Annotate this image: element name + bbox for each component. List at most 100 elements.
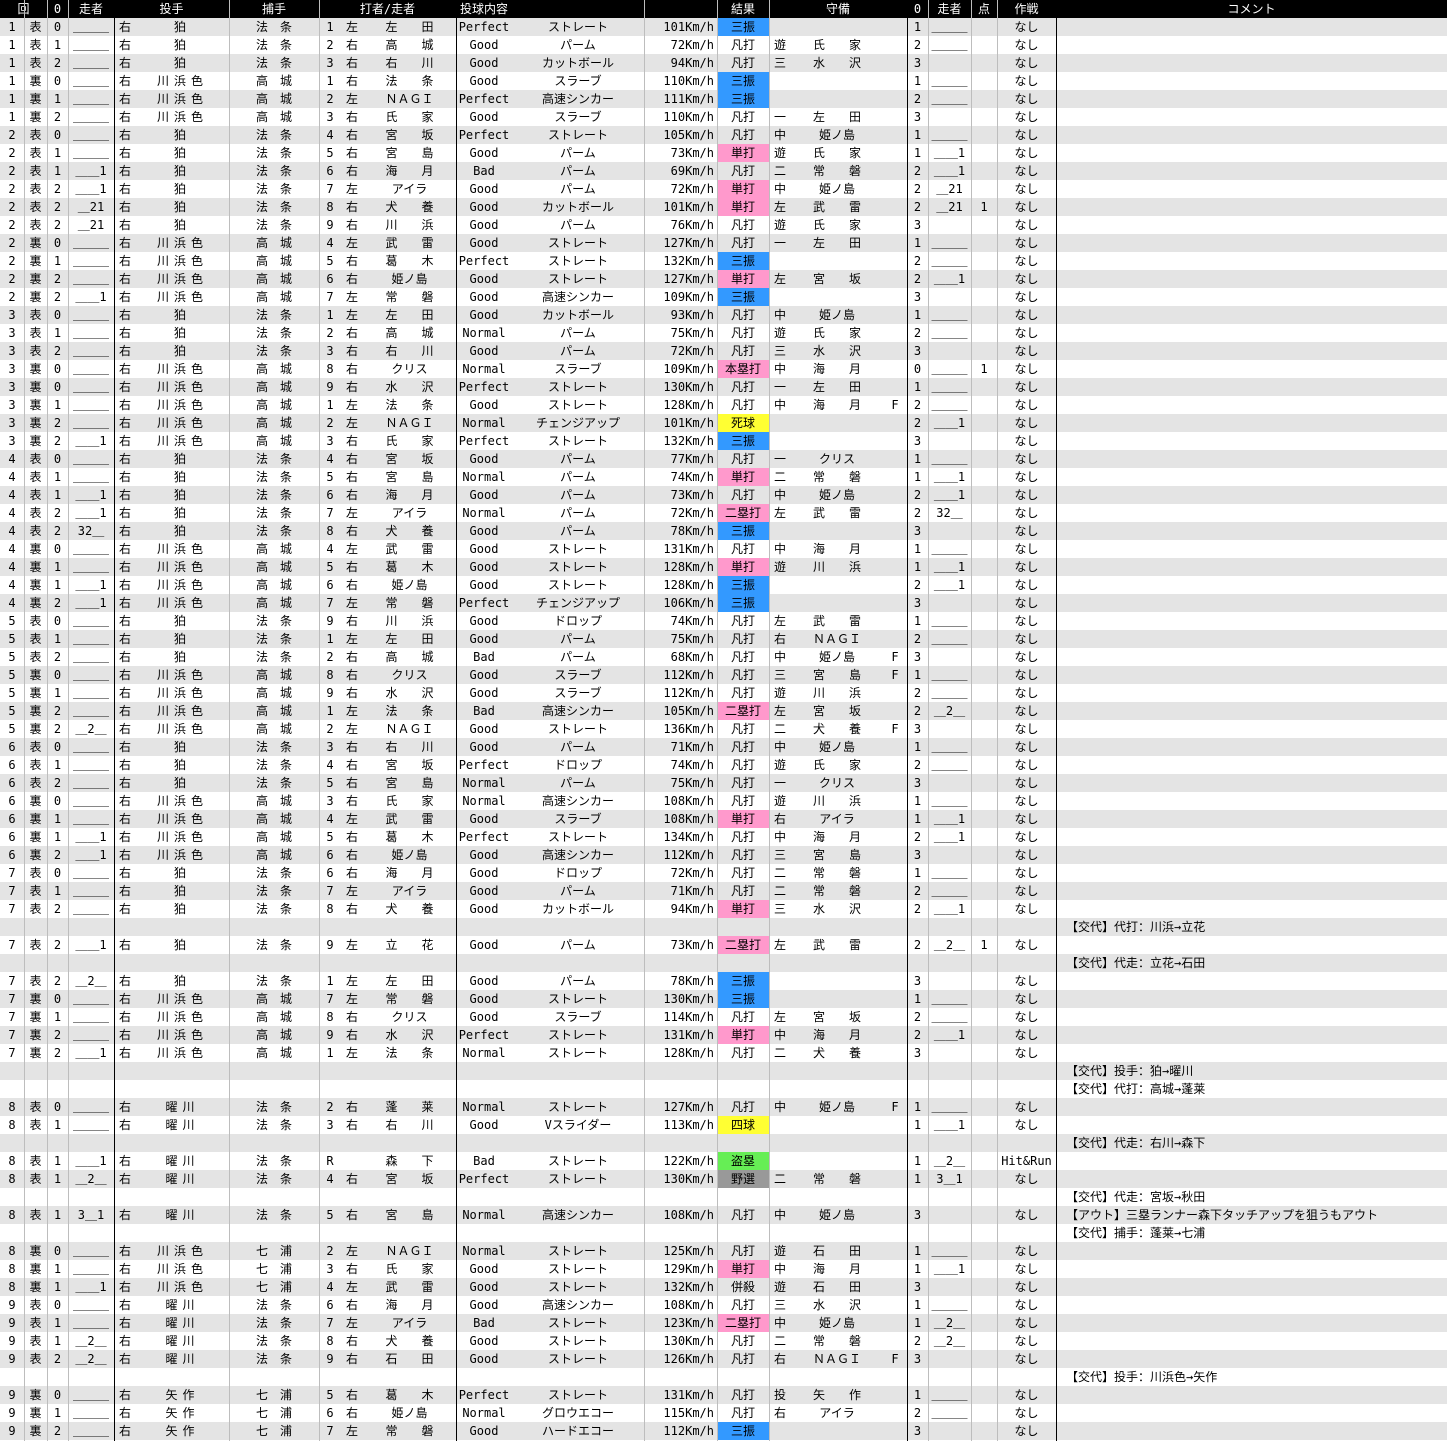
col-pitch-header[interactable]: 投球内容 xyxy=(456,0,512,18)
col-comment-header[interactable]: コメント xyxy=(1056,0,1447,18)
table-row[interactable]: 【交代】投手：狛→曜川 xyxy=(0,1062,1447,1080)
col-runs-header[interactable]: 点 xyxy=(971,0,997,18)
bat-hand-cell: 右 xyxy=(345,614,358,628)
table-row[interactable]: 3 裏 2 ＿＿1 右川浜色高 城3右氏 家 Perfect ストレート 132Km/h 三振 3… xyxy=(0,432,1447,450)
table-row[interactable]: 6 表 2 ＿＿＿ 右狛法 条5右宮 島 Normal パーム 75Km/h 凡打一クリス 3 なし xyxy=(0,774,1447,792)
table-row[interactable]: 4 表 1 ＿＿1 右狛法 条6右海 月 Good パーム 73Km/h 凡打中姫ノ島 2 ＿＿1 な… xyxy=(0,486,1447,504)
table-row[interactable]: 2 裏 2 ＿＿1 右川浜色高 城7左常 磐 Good 高速シンカー 109Km/h 三振 3 なし xyxy=(0,288,1447,306)
table-row[interactable]: 5 裏 2 ＿＿＿ 右川浜色高 城1左法 条 Bad 高速シンカー 105Km/h 二塁打左宮 … xyxy=(0,702,1447,720)
table-row[interactable]: 7 裏 2 ＿＿1 右川浜色高 城1左法 条 Normal ストレート 128Km/h 凡打二犬… xyxy=(0,1044,1447,1062)
table-row[interactable]: 2 裏 0 ＿＿＿ 右川浜色高 城4左武 雷 Good ストレート 127Km/h 凡打一左 田… xyxy=(0,234,1447,252)
table-row[interactable]: 8 裏 0 ＿＿＿ 右川浜色七 浦 2 左 ＮＡＧＩ Normal ストレート 125Km/h 凡打遊… xyxy=(0,1242,1447,1260)
table-row[interactable]: 3 表 1 ＿＿＿ 右狛法 条2右高 城 Normal パーム 75Km/h 凡打遊氏 家 2 ＿＿… xyxy=(0,324,1447,342)
table-row[interactable]: 6 裏 2 ＿＿1 右川浜色高 城 6 右姫ノ島 Good 高速シンカー 112Km/h 凡打三宮 … xyxy=(0,846,1447,864)
table-row[interactable]: 7 表 2 ＿2＿ 右狛法 条1左左 田 Good パーム 78Km/h 三振 3 なし xyxy=(0,972,1447,990)
table-row[interactable]: 9 表 1 ＿＿＿ 右曜川法 条 7 左アイラ Bad ストレート 123Km/h 二塁打中姫ノ島 1… xyxy=(0,1314,1447,1332)
table-row[interactable]: 5 裏 0 ＿＿＿ 右川浜色高 城 8 右クリス Good スラーブ 112Km/h 凡打三宮 島F… xyxy=(0,666,1447,684)
table-row[interactable]: 7 裏 2 ＿＿＿ 右川浜色高 城9右水 沢 Perfect ストレート 131Km/h 単打中… xyxy=(0,1026,1447,1044)
table-row[interactable]: 1 表 2 ＿＿＿ 右狛法 条3右右 川 Good カットボール 94Km/h 凡打三水 沢3な… xyxy=(0,54,1447,72)
table-row[interactable]: 8 表 1 ＿2＿ 右曜川法 条4右宮 坂 Perfect ストレート 130Km/h 野選二常… xyxy=(0,1170,1447,1188)
table-row[interactable]: 1 裏 0 ＿＿＿ 右川浜色高 城1右法 条 Good スラーブ 110Km/h 三振 1 ＿＿＿ な… xyxy=(0,72,1447,90)
fielder-pos-cell: 遊 xyxy=(773,686,786,700)
table-row[interactable]: 1 裏 2 ＿＿＿ 右川浜色高 城3右氏 家 Good スラーブ 110Km/h 凡打一左 田3… xyxy=(0,108,1447,126)
table-row[interactable]: 9 表 1 ＿2＿ 右曜川法 条8右犬 養 Good ストレート 130Km/h 凡打二常 磐2… xyxy=(0,1332,1447,1350)
table-row[interactable]: 【交代】代走：立花→石田 xyxy=(0,954,1447,972)
table-row[interactable]: 8 表 1 3＿1 右曜川法 条5右宮 島 Normal 高速シンカー 108Km/h 凡打中姫… xyxy=(0,1206,1447,1224)
col-outs-after-header[interactable]: 0 xyxy=(907,0,928,18)
table-row[interactable]: 6 裏 0 ＿＿＿ 右川浜色高 城3右氏 家 Normal 高速シンカー 108Km/h 凡打遊… xyxy=(0,792,1447,810)
table-row[interactable]: 4 表 2 ＿＿1 右狛法 条 7 左アイラ Normal パーム 72Km/h 二塁打左武 雷23… xyxy=(0,504,1447,522)
table-row[interactable]: 8 表 1 ＿＿＿ 右曜川法 条3右右 川 Good Vスライダー 113Km/h 四球 1 ＿＿1… xyxy=(0,1116,1447,1134)
table-row[interactable]: 5 表 0 ＿＿＿ 右狛法 条9右川 浜 Good ドロップ 74Km/h 凡打左武 雷 1 ＿＿＿… xyxy=(0,612,1447,630)
table-row[interactable]: 8 表 1 ＿＿1 右曜川法 条R森 下 Bad ストレート 122Km/h 盗塁 1 ＿2＿ Hit… xyxy=(0,1152,1447,1170)
table-row[interactable]: 3 裏 0 ＿＿＿ 右川浜色高 城9右水 沢 Perfect ストレート 130Km/h 凡打一… xyxy=(0,378,1447,396)
table-row[interactable]: 【交代】代打：高城→蓬莱 xyxy=(0,1080,1447,1098)
table-row[interactable]: 4 裏 2 ＿＿1 右川浜色高 城7左常 磐 Perfect チェンジアップ 106Km/h 三… xyxy=(0,594,1447,612)
table-row[interactable]: 2 表 1 ＿＿＿ 右狛法 条5右宮 島 Good パーム 73Km/h 単打遊氏 家 1 ＿＿1 な… xyxy=(0,144,1447,162)
col-catcher-header[interactable]: 捕手 xyxy=(229,0,319,18)
table-row[interactable]: 2 裏 1 ＿＿＿ 右川浜色高 城5右葛 木 Perfect ストレート 132Km/h 三振 2… xyxy=(0,252,1447,270)
table-row[interactable]: 1 裏 1 ＿＿＿ 右川浜色高 城 2 左 ＮＡＧＩ Perfect 高速シンカー 111Km/h 三… xyxy=(0,90,1447,108)
table-row[interactable]: 3 裏 1 ＿＿＿ 右川浜色高 城1左法 条 Good ストレート 128Km/h 凡打中海 月… xyxy=(0,396,1447,414)
col-runners-after-header[interactable]: 走者 xyxy=(928,0,971,18)
table-row[interactable]: 5 裏 2 ＿2＿ 右川浜色高 城 2 左 ＮＡＧＩ Good ストレート 136Km/h 凡打二犬 … xyxy=(0,720,1447,738)
table-row[interactable]: 5 裏 1 ＿＿＿ 右川浜色高 城9右水 沢 Good スラーブ 112Km/h 凡打遊川 浜2… xyxy=(0,684,1447,702)
table-row[interactable]: 4 表 2 32＿ 右狛法 条8右犬 養 Good パーム 78Km/h 三振 3 なし xyxy=(0,522,1447,540)
col-runners-header[interactable]: 走者 xyxy=(68,0,114,18)
table-row[interactable]: 【交代】投手：川浜色→矢作 xyxy=(0,1368,1447,1386)
table-row[interactable]: 4 裏 1 ＿＿1 右川浜色高 城 6 右姫ノ島 Good ストレート 128Km/h 三振 2 ＿＿1… xyxy=(0,576,1447,594)
table-row[interactable]: 7 裏 1 ＿＿＿ 右川浜色高 城 8 右クリス Good スラーブ 114Km/h 凡打左宮 坂2… xyxy=(0,1008,1447,1026)
outs-cell: 2 xyxy=(53,200,62,214)
table-row[interactable]: 3 裏 0 ＿＿＿ 右川浜色高 城 8 右クリス Normal スラーブ 109Km/h 本塁打中海… xyxy=(0,360,1447,378)
col-result-header[interactable]: 結果 xyxy=(717,0,769,18)
table-row[interactable]: 8 裏 1 ＿＿＿ 右川浜色七 浦3右氏 家 Good ストレート 129Km/h 単打中海 月… xyxy=(0,1260,1447,1278)
table-row[interactable]: 6 表 0 ＿＿＿ 右狛法 条3右右 川 Good パーム 71Km/h 凡打中姫ノ島 1 ＿＿＿ な… xyxy=(0,738,1447,756)
table-row[interactable]: 【交代】捕手：蓬莱→七浦 xyxy=(0,1224,1447,1242)
table-row[interactable]: 【交代】代走：宮坂→秋田 xyxy=(0,1188,1447,1206)
table-row[interactable]: 6 裏 1 ＿＿1 右川浜色高 城5右葛 木 Perfect ストレート 134Km/h 凡打中… xyxy=(0,828,1447,846)
table-row[interactable]: 3 表 0 ＿＿＿ 右狛法 条1左左 田 Good カットボール 93Km/h 凡打中姫ノ島 1 ＿… xyxy=(0,306,1447,324)
table-row[interactable]: 【交代】代打：川浜→立花 xyxy=(0,918,1447,936)
table-row[interactable]: 9 表 0 ＿＿＿ 右曜川法 条6右海 月 Good 高速シンカー 108Km/h 凡打三水 沢… xyxy=(0,1296,1447,1314)
table-row[interactable]: 7 表 2 ＿＿1 右狛法 条9左立 花 Good パーム 73Km/h 二塁打左武 雷 2 ＿2＿… xyxy=(0,936,1447,954)
table-row[interactable]: 9 裏 1 ＿＿＿ 右矢作七 浦 6 右姫ノ島 Normal グロウエコー 115Km/h 凡打右ア… xyxy=(0,1404,1447,1422)
table-row[interactable]: 2 表 2 ＿＿1 右狛法 条 7 左アイラ Good パーム 72Km/h 単打中姫ノ島 2 ＿21 な… xyxy=(0,180,1447,198)
table-row[interactable]: 9 裏 2 ＿＿＿ 右矢作七 浦7左常 磐 Good ハードエコー 112Km/h 三振 3 なし xyxy=(0,1422,1447,1440)
table-row[interactable]: 4 表 0 ＿＿＿ 右狛法 条4右宮 坂 Good パーム 77Km/h 凡打一クリス 1 ＿＿＿ な… xyxy=(0,450,1447,468)
table-row[interactable]: 7 表 0 ＿＿＿ 右狛法 条6右海 月 Good ドロップ 72Km/h 凡打二常 磐 1 ＿＿＿… xyxy=(0,864,1447,882)
table-row[interactable]: 【交代】代走：右川→森下 xyxy=(0,1134,1447,1152)
fielder-cell: 氏 家 xyxy=(812,146,861,160)
col-strategy-header[interactable]: 作戦 xyxy=(997,0,1056,18)
pitch-type-cell: ドロップ xyxy=(553,866,602,880)
table-row[interactable]: 6 表 1 ＿＿＿ 右狛法 条4右宮 坂 Perfect ドロップ 74Km/h 凡打遊氏 家2… xyxy=(0,756,1447,774)
table-row[interactable]: 1 表 1 ＿＿＿ 右狛法 条2右高 城 Good パーム 72Km/h 凡打遊氏 家 2 ＿＿＿ な… xyxy=(0,36,1447,54)
table-row[interactable]: 5 表 1 ＿＿＿ 右狛法 条1左左 田 Good パーム 75Km/h 凡打右 ＮＡＧＩ 2 ＿＿＿… xyxy=(0,630,1447,648)
col-defense-header[interactable]: 守備 xyxy=(769,0,907,18)
col-pitcher-header[interactable]: 投手 xyxy=(114,0,229,18)
table-row[interactable]: 2 裏 2 ＿＿＿ 右川浜色高 城 6 右姫ノ島 Good ストレート 127Km/h 単打左宮 坂… xyxy=(0,270,1447,288)
table-row[interactable]: 2 表 1 ＿＿1 右狛法 条6右海 月 Bad パーム 69Km/h 凡打二常 磐 2 ＿＿1 なし xyxy=(0,162,1447,180)
table-row[interactable]: 4 表 1 ＿＿＿ 右狛法 条5右宮 島 Normal パーム 74Km/h 単打二常 磐 1 ＿＿… xyxy=(0,468,1447,486)
table-row[interactable]: 4 裏 0 ＿＿＿ 右川浜色高 城4左武 雷 Good ストレート 131Km/h 凡打中海 月… xyxy=(0,540,1447,558)
table-row[interactable]: 9 表 2 ＿2＿ 右曜川法 条9右石 田 Good ストレート 126Km/h 凡打右 ＮＡＧＩ… xyxy=(0,1350,1447,1368)
col-outs-header[interactable]: 0 xyxy=(47,0,68,18)
table-row[interactable]: 5 表 2 ＿＿＿ 右狛法 条2右高 城 Bad パーム 68Km/h 凡打中姫ノ島 F 3 なし xyxy=(0,648,1447,666)
col-speed-header[interactable] xyxy=(644,0,717,18)
table-row[interactable]: 4 裏 1 ＿＿＿ 右川浜色高 城5右葛 木 Good ストレート 128Km/h 単打遊川 浜… xyxy=(0,558,1447,576)
table-row[interactable]: 2 表 2 ＿21 右狛法 条9右川 浜 Good パーム 76Km/h 凡打遊氏 家 3 なし xyxy=(0,216,1447,234)
table-row[interactable]: 1 表 0 ＿＿＿ 右狛法 条1左左 田 Perfect ストレート 101Km/h 三振 1 ＿＿… xyxy=(0,18,1447,36)
col-batter-header[interactable]: 打者/走者 xyxy=(319,0,456,18)
table-row[interactable]: 2 表 2 ＿21 右狛法 条8右犬 養 Good カットボール 101Km/h 単打左武 雷2… xyxy=(0,198,1447,216)
table-row[interactable]: 7 裏 0 ＿＿＿ 右川浜色高 城7左常 磐 Good ストレート 130Km/h 三振 1 ＿＿＿… xyxy=(0,990,1447,1008)
table-row[interactable]: 8 裏 1 ＿＿1 右川浜色七 浦4左武 雷 Good ストレート 132Km/h 併殺遊石 田… xyxy=(0,1278,1447,1296)
col-pitch-type-header[interactable] xyxy=(512,0,644,18)
table-row[interactable]: 2 表 0 ＿＿＿ 右狛法 条4右宮 坂 Perfect ストレート 105Km/h 凡打中姫ノ… xyxy=(0,126,1447,144)
table-row[interactable]: 9 裏 0 ＿＿＿ 右矢作七 浦5右葛 木 Perfect ストレート 131Km/h 凡打投矢… xyxy=(0,1386,1447,1404)
table-row[interactable]: 6 裏 1 ＿＿＿ 右川浜色高 城4左武 雷 Good スラーブ 108Km/h 単打右アイラ 1… xyxy=(0,810,1447,828)
table-row[interactable]: 7 表 1 ＿＿＿ 右狛法 条 7 左アイラ Good パーム 71Km/h 凡打二常 磐 2 ＿＿＿ な… xyxy=(0,882,1447,900)
table-row[interactable]: 8 表 0 ＿＿＿ 右曜川法 条2右蓬 莱 Normal ストレート 127Km/h 凡打中姫ノ… xyxy=(0,1098,1447,1116)
table-row[interactable]: 3 表 2 ＿＿＿ 右狛法 条3右右 川 Good パーム 72Km/h 凡打三水 沢 3 なし xyxy=(0,342,1447,360)
strategy-cell: なし xyxy=(1014,1262,1039,1276)
table-row[interactable]: 7 表 2 ＿＿＿ 右狛法 条8右犬 養 Good カットボール 94Km/h 単打三水 沢 2 ＿… xyxy=(0,900,1447,918)
table-row[interactable]: 3 裏 2 ＿＿＿ 右川浜色高 城 2 左 ＮＡＧＩ Normal チェンジアップ 101Km/h 死… xyxy=(0,414,1447,432)
